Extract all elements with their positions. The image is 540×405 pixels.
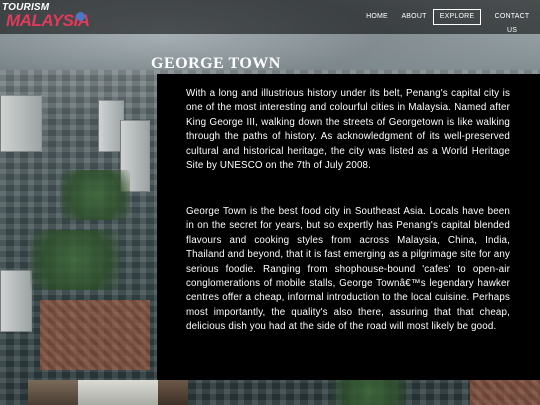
logo-mark-icon [76, 12, 85, 21]
background-trees [330, 380, 410, 405]
background-building [0, 95, 42, 152]
gallery-thumbnail[interactable] [158, 380, 188, 405]
nav-about[interactable]: ABOUT [400, 10, 428, 24]
site-logo[interactable]: TOURISM MALAYSIA [2, 2, 90, 34]
background-building [0, 270, 32, 332]
background-trees [30, 230, 120, 290]
background-trees [60, 170, 130, 220]
background-rooftops [470, 380, 540, 405]
nav-home[interactable]: HOME [365, 10, 389, 24]
gallery-thumbnail[interactable] [78, 380, 158, 405]
nav-explore[interactable]: EXPLORE [433, 9, 481, 25]
top-navigation-bar: TOURISM MALAYSIA HOME ABOUT EXPLORE CONT… [0, 0, 540, 34]
background-rooftops [40, 300, 150, 370]
paragraph-food: George Town is the best food city in Sou… [186, 206, 510, 333]
nav-contact-us[interactable]: CONTACT US [490, 10, 534, 34]
paragraph-history: With a long and illustrious history unde… [186, 88, 510, 172]
page-title: GEORGE TOWN [151, 55, 281, 72]
gallery-thumbnail[interactable] [28, 380, 78, 405]
